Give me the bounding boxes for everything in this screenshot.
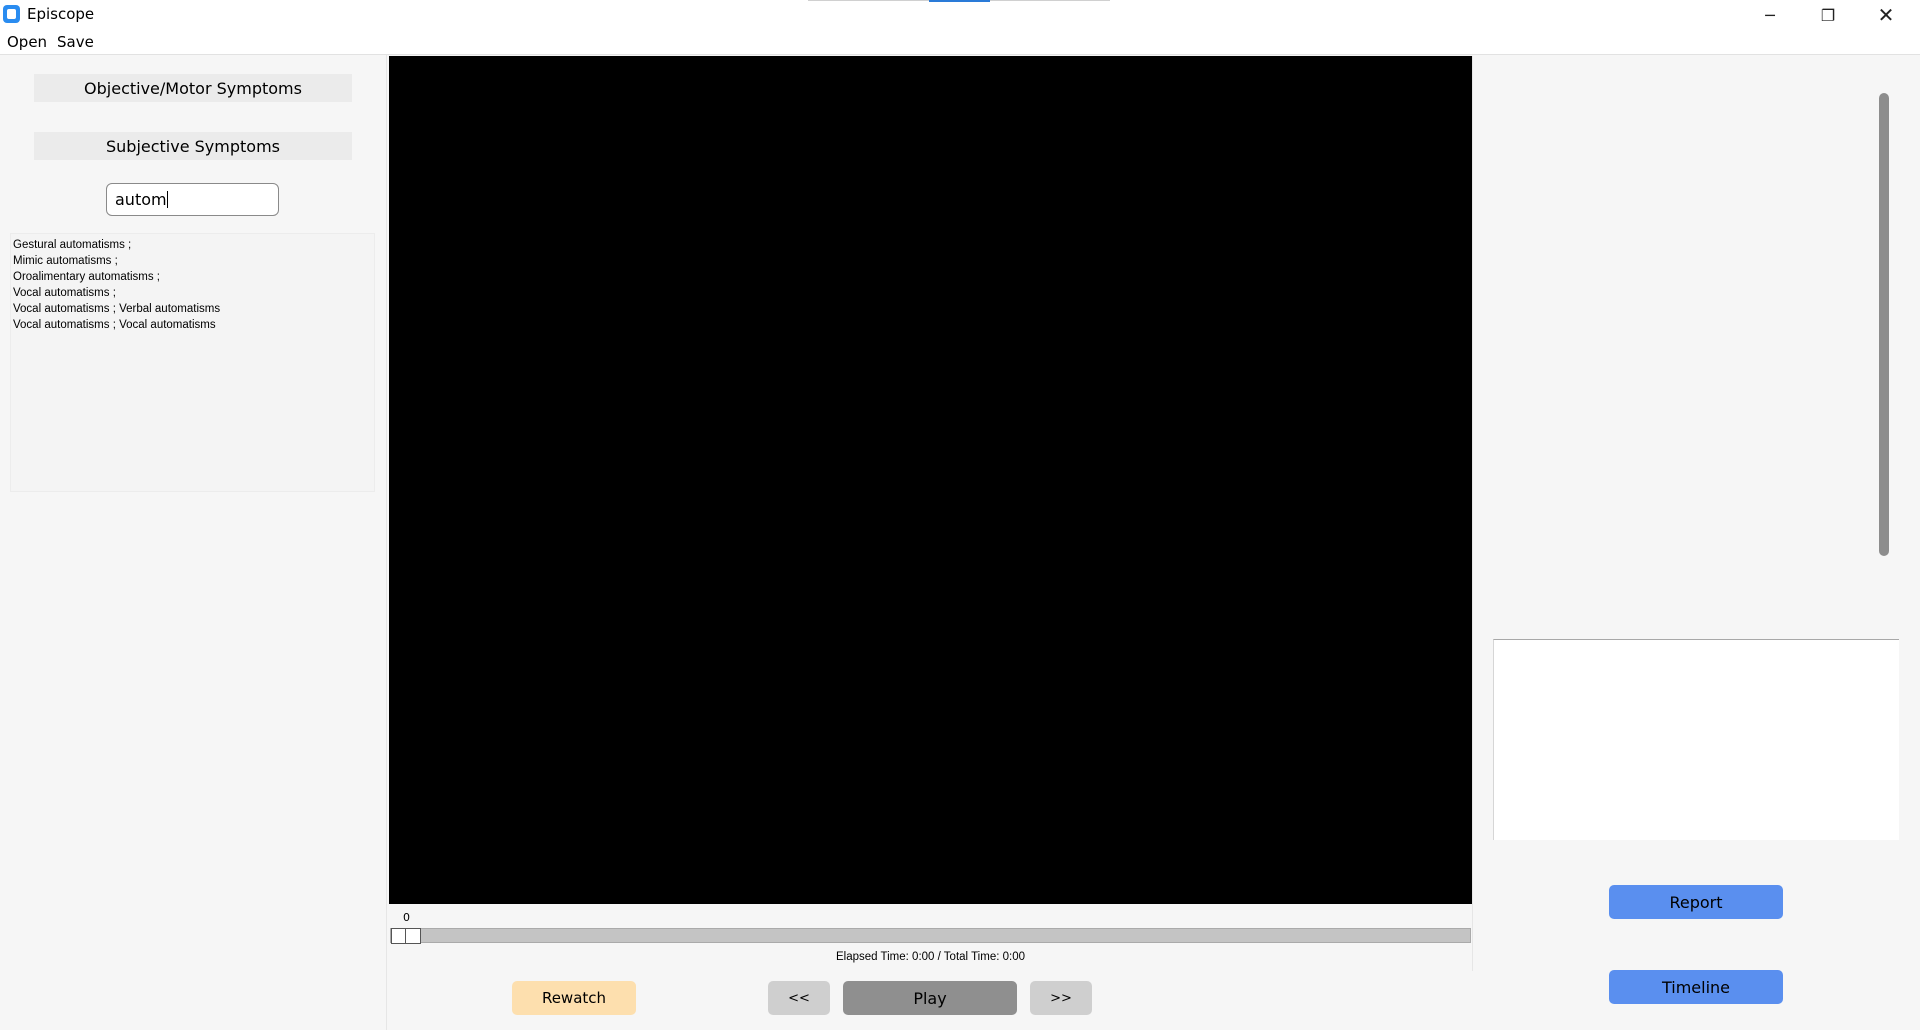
- app-icon: [3, 5, 20, 23]
- list-item[interactable]: Vocal automatisms ; Verbal automatisms: [13, 301, 374, 317]
- menu-bar: Open Save: [0, 30, 1920, 55]
- minimize-icon: ─: [1765, 5, 1775, 25]
- rewatch-button[interactable]: Rewatch: [512, 981, 636, 1015]
- vertical-scrollbar[interactable]: [1879, 93, 1889, 556]
- objective-motor-symptoms-button[interactable]: Objective/Motor Symptoms: [34, 74, 352, 102]
- window-title: Episcope: [27, 5, 95, 23]
- seek-slider[interactable]: [390, 928, 1471, 943]
- play-button[interactable]: Play: [843, 981, 1017, 1015]
- restore-icon: ❐: [1820, 5, 1836, 25]
- search-results-list[interactable]: Gestural automatisms ; Mimic automatisms…: [10, 233, 375, 492]
- list-item[interactable]: Mimic automatisms ;: [13, 253, 374, 269]
- maximize-button[interactable]: ❐: [1799, 0, 1857, 30]
- search-input-value: autom: [115, 190, 167, 209]
- video-display[interactable]: [389, 56, 1472, 904]
- rewind-button[interactable]: <<: [768, 981, 830, 1015]
- minimize-button[interactable]: ─: [1741, 0, 1799, 30]
- seek-slider-handle[interactable]: [391, 928, 421, 944]
- menu-save[interactable]: Save: [57, 33, 94, 51]
- list-item[interactable]: Gestural automatisms ;: [13, 237, 374, 253]
- tab-strip-active-indicator: [929, 0, 990, 2]
- list-item[interactable]: Oroalimentary automatisms ;: [13, 269, 374, 285]
- notes-text-area[interactable]: [1493, 639, 1899, 840]
- symptom-search-input[interactable]: autom: [106, 183, 279, 216]
- subjective-symptoms-button[interactable]: Subjective Symptoms: [34, 132, 352, 160]
- close-button[interactable]: ✕: [1857, 0, 1915, 30]
- fast-forward-button[interactable]: >>: [1030, 981, 1092, 1015]
- list-item[interactable]: Vocal automatisms ; Vocal automatisms: [13, 317, 374, 333]
- menu-open[interactable]: Open: [7, 33, 47, 51]
- left-panel-divider: [386, 55, 387, 1030]
- timeline-button[interactable]: Timeline: [1609, 970, 1783, 1004]
- report-button[interactable]: Report: [1609, 885, 1783, 919]
- title-bar: Episcope ─ ❐ ✕: [0, 0, 1920, 30]
- close-icon: ✕: [1877, 3, 1895, 27]
- elapsed-time-text: Elapsed Time: 0:00 / Total Time: 0:00: [835, 951, 1025, 963]
- right-panel-divider: [1472, 56, 1473, 971]
- seek-position-label: 0: [403, 911, 410, 924]
- list-item[interactable]: Vocal automatisms ;: [13, 285, 374, 301]
- text-caret: [166, 191, 168, 208]
